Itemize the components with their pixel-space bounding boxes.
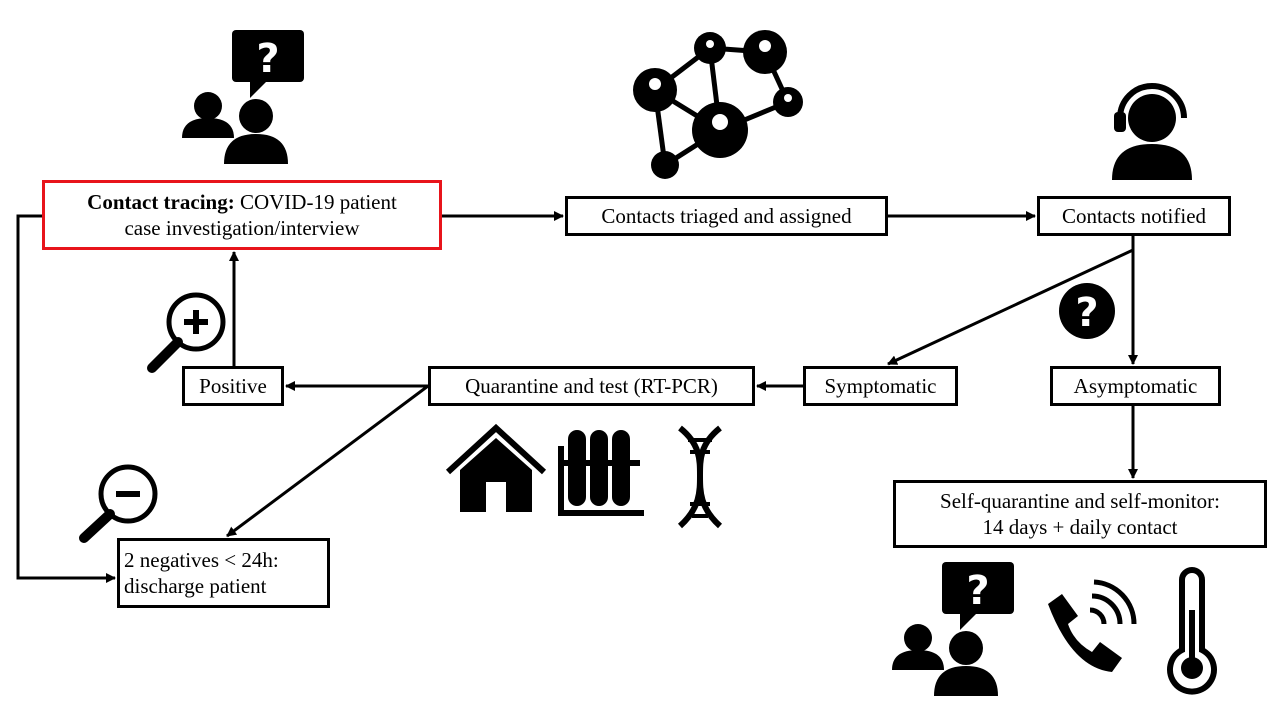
- self-quarantine-line1: Self-quarantine and self-monitor:: [940, 489, 1220, 513]
- dna-icon: [677, 425, 723, 529]
- question-circle-icon: ?: [1059, 283, 1115, 339]
- diagram-connectors: ? ? ?: [16, 30, 1217, 696]
- network-icon: [633, 30, 803, 179]
- self-quarantine-line2: 14 days + daily contact: [982, 515, 1178, 539]
- svg-text:?: ?: [1075, 290, 1098, 336]
- node-asymptomatic: Asymptomatic: [1050, 366, 1221, 406]
- test-tubes-icon: [558, 430, 644, 516]
- node-contact-tracing: Contact tracing: COVID-19 patient case i…: [42, 180, 442, 250]
- people-question-icon: ?: [892, 562, 1014, 696]
- contact-tracing-label: Contact tracing:: [87, 190, 235, 214]
- node-self-quarantine: Self-quarantine and self-monitor: 14 day…: [893, 480, 1267, 548]
- node-contacts-triaged: Contacts triaged and assigned: [565, 196, 888, 236]
- node-symptomatic: Symptomatic: [803, 366, 958, 406]
- thermometer-icon: [1167, 567, 1217, 695]
- magnifier-minus-icon: [79, 464, 158, 543]
- house-icon: [445, 423, 547, 512]
- phone-icon: [1048, 579, 1137, 672]
- contact-tracing-line1: COVID-19 patient: [234, 190, 397, 214]
- headset-agent-icon: [1112, 83, 1192, 180]
- node-negatives-discharge: 2 negatives < 24h: discharge patient: [117, 538, 330, 608]
- node-contacts-notified: Contacts notified: [1037, 196, 1231, 236]
- negatives-line2: discharge patient: [124, 574, 267, 598]
- negatives-line1: 2 negatives < 24h:: [124, 548, 279, 572]
- svg-text:?: ?: [966, 568, 989, 614]
- contact-tracing-line2: case investigation/interview: [124, 216, 360, 240]
- node-quarantine-test: Quarantine and test (RT-PCR): [428, 366, 755, 406]
- svg-text:?: ?: [256, 36, 279, 82]
- arrow-quarantine-to-negatives: [226, 384, 429, 538]
- people-question-icon: ?: [182, 30, 304, 164]
- node-positive: Positive: [182, 366, 284, 406]
- magnifier-plus-icon: [147, 292, 226, 373]
